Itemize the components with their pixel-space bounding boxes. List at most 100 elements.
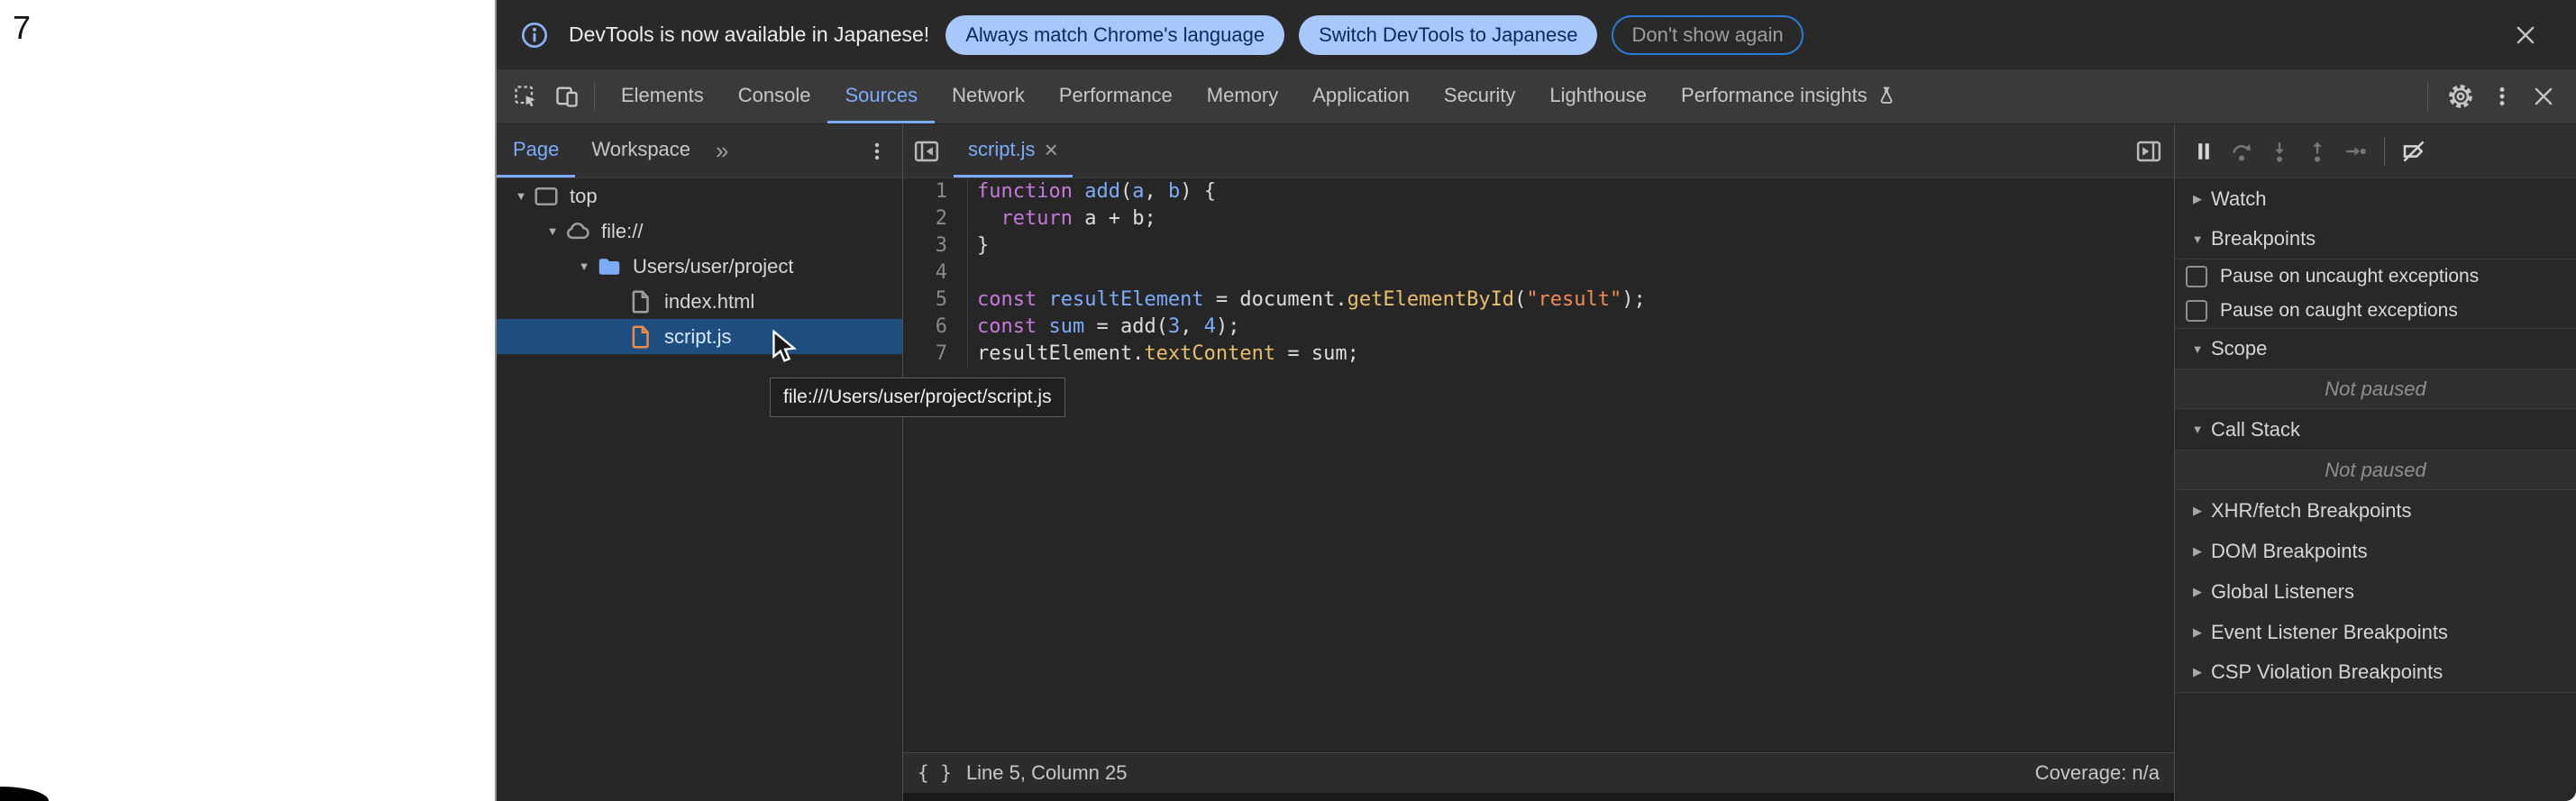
- line-number[interactable]: 4: [903, 259, 968, 287]
- toggle-navigator-icon[interactable]: [909, 133, 945, 169]
- code-line-content: [968, 259, 977, 287]
- debugger-toolbar: [2175, 124, 2576, 178]
- tree-item-index-html[interactable]: index.html: [497, 284, 902, 319]
- debugger-sections: ▶Watch▼BreakpointsPause on uncaught exce…: [2175, 178, 2576, 801]
- infobar-close-icon[interactable]: [2507, 17, 2544, 53]
- file-path-tooltip: file:///Users/user/project/script.js: [770, 378, 1065, 417]
- screen: 7 DevTools is now available in Japanese!…: [0, 0, 2576, 801]
- section-header-global-listeners[interactable]: ▶Global Listeners: [2175, 571, 2576, 612]
- tree-item-file[interactable]: ▼file://: [497, 214, 902, 249]
- tab-memory[interactable]: Memory: [1190, 69, 1295, 123]
- navigator-tab-page[interactable]: Page: [497, 124, 575, 177]
- tab-console[interactable]: Console: [721, 69, 828, 123]
- toggle-debugger-icon[interactable]: [2131, 133, 2167, 169]
- tab-close-icon[interactable]: ×: [1045, 138, 1058, 161]
- expanded-arrow-icon[interactable]: ▼: [509, 189, 533, 203]
- code-line: 7resultElement.textContent = sum;: [903, 341, 2174, 368]
- deactivate-breakpoints-icon[interactable]: [2396, 133, 2432, 169]
- line-number[interactable]: 2: [903, 205, 968, 232]
- tab-lighthouse[interactable]: Lighthouse: [1532, 69, 1664, 123]
- debugger-toolbar-divider: [2384, 137, 2385, 166]
- section-header-xhr-fetch-breakpoints[interactable]: ▶XHR/fetch Breakpoints: [2175, 490, 2576, 531]
- expanded-arrow-icon[interactable]: ▼: [572, 259, 596, 273]
- code-line: 2 return a + b;: [903, 205, 2174, 232]
- checkbox-label: Pause on caught exceptions: [2220, 300, 2458, 322]
- collapsed-arrow-icon: ▶: [2184, 504, 2211, 518]
- code-line-content: }: [968, 232, 989, 259]
- file-js-icon: [627, 323, 654, 350]
- collapsed-arrow-icon: ▶: [2184, 665, 2211, 679]
- checkbox-unchecked[interactable]: [2186, 300, 2207, 322]
- page-corner-shape: [0, 787, 49, 801]
- tab-performance[interactable]: Performance: [1042, 69, 1190, 123]
- step-out-icon[interactable]: [2299, 133, 2335, 169]
- coverage-label: Coverage: n/a: [2035, 761, 2160, 785]
- more-tabs-icon[interactable]: »: [707, 124, 735, 177]
- debugger-sidebar: ▶Watch▼BreakpointsPause on uncaught exce…: [2174, 124, 2576, 801]
- tab-elements[interactable]: Elements: [604, 69, 721, 123]
- tab-label: Network: [952, 84, 1025, 107]
- navigator-tab-workspace[interactable]: Workspace: [575, 124, 707, 177]
- editor-tab-script-js[interactable]: script.js ×: [954, 124, 1073, 177]
- tab-sources[interactable]: Sources: [827, 69, 935, 123]
- tab-performance-insights[interactable]: Performance insights: [1664, 69, 1914, 123]
- code-line-content: resultElement.textContent = sum;: [968, 341, 1359, 368]
- section-label: Watch: [2211, 187, 2267, 211]
- line-number[interactable]: 3: [903, 232, 968, 259]
- section-header-watch[interactable]: ▶Watch: [2175, 178, 2576, 219]
- infobar-button-always-match-chrome-s-language[interactable]: Always match Chrome's language: [945, 15, 1284, 55]
- expanded-arrow-icon[interactable]: ▼: [541, 224, 564, 238]
- section-label: Scope: [2211, 337, 2267, 360]
- tab-application[interactable]: Application: [1295, 69, 1427, 123]
- checkbox-row-pause-on-caught-exceptions[interactable]: Pause on caught exceptions: [2175, 294, 2576, 328]
- tab-label: Application: [1312, 84, 1410, 107]
- checkbox-label: Pause on uncaught exceptions: [2220, 266, 2479, 287]
- toolbar-right-divider: [2427, 82, 2428, 111]
- checkbox-row-pause-on-uncaught-exceptions[interactable]: Pause on uncaught exceptions: [2175, 259, 2576, 294]
- language-infobar: DevTools is now available in Japanese! A…: [497, 0, 2576, 69]
- step-over-icon[interactable]: [2224, 133, 2260, 169]
- navigator-tabs: PageWorkspace: [497, 124, 707, 177]
- tree-item-top[interactable]: ▼top: [497, 178, 902, 214]
- infobar-button-switch-devtools-to-japanese[interactable]: Switch DevTools to Japanese: [1299, 15, 1597, 55]
- cloud-icon: [564, 218, 591, 245]
- navigator-tabbar: PageWorkspace »: [497, 124, 902, 178]
- navigator-pane: PageWorkspace » ▼top▼file://▼Users/user/…: [497, 124, 903, 801]
- tree-item-label: script.js: [664, 325, 732, 349]
- step-into-icon[interactable]: [2261, 133, 2297, 169]
- devtools-close-icon[interactable]: [2526, 78, 2562, 114]
- section-header-dom-breakpoints[interactable]: ▶DOM Breakpoints: [2175, 531, 2576, 571]
- tree-item-label: Users/user/project: [633, 255, 794, 278]
- code-line-content: return a + b;: [968, 205, 1156, 232]
- code-line: 5const resultElement = document.getEleme…: [903, 287, 2174, 314]
- tab-network[interactable]: Network: [935, 69, 1042, 123]
- section-header-call-stack[interactable]: ▼Call Stack: [2175, 409, 2576, 450]
- checkbox-unchecked[interactable]: [2186, 266, 2207, 287]
- settings-gear-icon[interactable]: [2443, 78, 2479, 114]
- collapsed-arrow-icon: ▶: [2184, 585, 2211, 599]
- navigator-kebab-icon[interactable]: [859, 133, 895, 169]
- tab-security[interactable]: Security: [1427, 69, 1532, 123]
- section-header-csp-violation-breakpoints[interactable]: ▶CSP Violation Breakpoints: [2175, 652, 2576, 693]
- frame-icon: [533, 183, 560, 210]
- tree-item-users-user-project[interactable]: ▼ Users/user/project: [497, 249, 902, 284]
- kebab-menu-icon[interactable]: [2484, 78, 2520, 114]
- panel-tabs: ElementsConsoleSources Network Performance…: [604, 69, 1914, 123]
- tab-label: Memory: [1207, 84, 1278, 107]
- section-label: Call Stack: [2211, 418, 2300, 441]
- section-header-event-listener-breakpoints[interactable]: ▶Event Listener Breakpoints: [2175, 612, 2576, 652]
- line-number[interactable]: 5: [903, 287, 968, 314]
- tree-item-script-js[interactable]: script.js: [497, 319, 902, 354]
- device-toolbar-icon[interactable]: [549, 78, 585, 114]
- step-icon[interactable]: [2337, 133, 2373, 169]
- section-header-scope[interactable]: ▼Scope: [2175, 328, 2576, 369]
- pause-icon[interactable]: [2186, 133, 2222, 169]
- section-header-breakpoints[interactable]: ▼Breakpoints: [2175, 219, 2576, 259]
- code-editor[interactable]: 1function add(a, b) {2 return a + b;3}45…: [903, 178, 2174, 752]
- line-number[interactable]: 1: [903, 178, 968, 205]
- line-number[interactable]: 6: [903, 314, 968, 341]
- line-number[interactable]: 7: [903, 341, 968, 368]
- inspect-icon[interactable]: [507, 78, 544, 114]
- dismiss-button-don-t-show-again[interactable]: Don't show again: [1612, 15, 1803, 55]
- pretty-print-icon[interactable]: { }: [918, 762, 952, 784]
